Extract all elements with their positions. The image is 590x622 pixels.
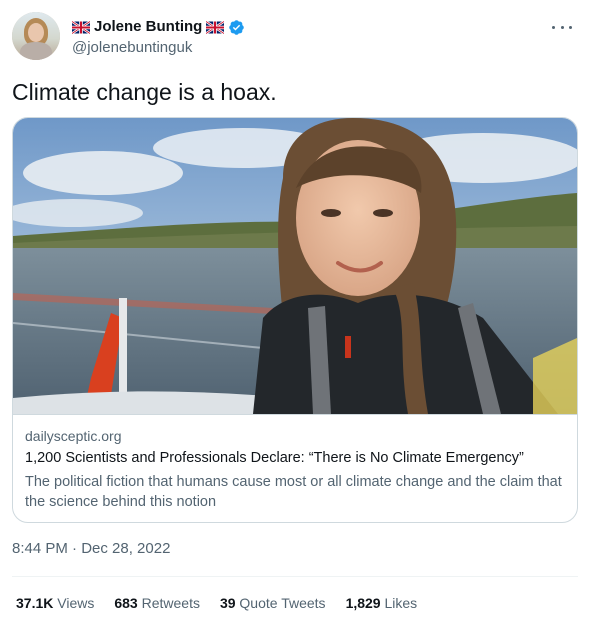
- likes-label: Likes: [384, 595, 418, 611]
- tweet-timestamp[interactable]: 8:44 PM · Dec 28, 2022: [12, 540, 170, 557]
- link-card-image[interactable]: [13, 118, 577, 415]
- avatar[interactable]: [12, 12, 60, 60]
- likes-stat[interactable]: 1,829 Likes: [346, 595, 418, 611]
- author-handle[interactable]: @jolenebuntinguk: [72, 39, 192, 57]
- quote-tweets-label: Quote Tweets: [239, 595, 326, 611]
- tweet-text: Climate change is a hoax.: [12, 79, 277, 105]
- engagement-stats: 37.1K Views 683 Retweets 39 Quote Tweets…: [16, 595, 417, 611]
- uk-flag-icon: [72, 20, 90, 34]
- author-name-row[interactable]: Jolene Bunting: [72, 18, 245, 36]
- views-label: Views: [57, 595, 95, 611]
- likes-count: 1,829: [345, 595, 381, 611]
- tweet-header: Jolene Bunting @jolenebuntinguk: [12, 12, 578, 62]
- uk-flag-icon: [206, 20, 225, 34]
- card-photo: [13, 118, 577, 414]
- quote-tweets-count: 39: [219, 595, 236, 611]
- views-count: 37.1K: [16, 595, 54, 611]
- quote-tweets-stat[interactable]: 39 Quote Tweets: [220, 595, 326, 611]
- divider: [12, 576, 578, 577]
- more-options-button[interactable]: [552, 20, 572, 34]
- link-card[interactable]: dailysceptic.org 1,200 Scientists and Pr…: [12, 117, 578, 523]
- display-name[interactable]: Jolene Bunting: [94, 18, 202, 36]
- link-title: 1,200 Scientists and Professionals Decla…: [25, 450, 524, 466]
- link-card-meta[interactable]: dailysceptic.org 1,200 Scientists and Pr…: [13, 415, 577, 522]
- retweets-label: Retweets: [141, 595, 200, 611]
- views-stat[interactable]: 37.1K Views: [16, 595, 94, 611]
- link-description: The political fiction that humans cause …: [25, 474, 562, 510]
- verified-badge-icon: [229, 19, 245, 35]
- more-dots-icon: [552, 25, 555, 29]
- retweets-count: 683: [114, 595, 138, 611]
- link-domain: dailysceptic.org: [25, 428, 122, 444]
- retweets-stat[interactable]: 683 Retweets: [114, 595, 200, 611]
